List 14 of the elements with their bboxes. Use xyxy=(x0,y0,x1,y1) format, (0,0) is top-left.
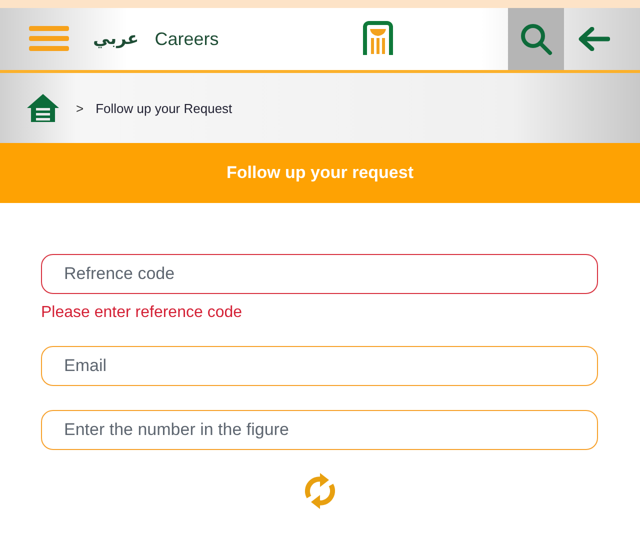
careers-link[interactable]: Careers xyxy=(154,28,219,50)
breadcrumb-separator: > xyxy=(76,100,84,116)
language-link[interactable]: عربي xyxy=(93,29,139,49)
breadcrumb-item: Follow up your Request xyxy=(96,100,232,116)
error-message: Please enter reference code xyxy=(41,304,244,322)
logo-icon[interactable] xyxy=(361,21,396,57)
page-banner: Follow up your request xyxy=(0,143,640,203)
search-button[interactable] xyxy=(508,8,564,70)
home-icon[interactable] xyxy=(26,93,60,123)
input-field[interactable]: Enter the number in the figure xyxy=(41,410,598,450)
search-icon xyxy=(519,22,553,56)
back-arrow-icon[interactable] xyxy=(578,27,610,51)
input-field[interactable]: Refrence code xyxy=(41,254,598,294)
input-field[interactable]: Email xyxy=(41,346,598,386)
